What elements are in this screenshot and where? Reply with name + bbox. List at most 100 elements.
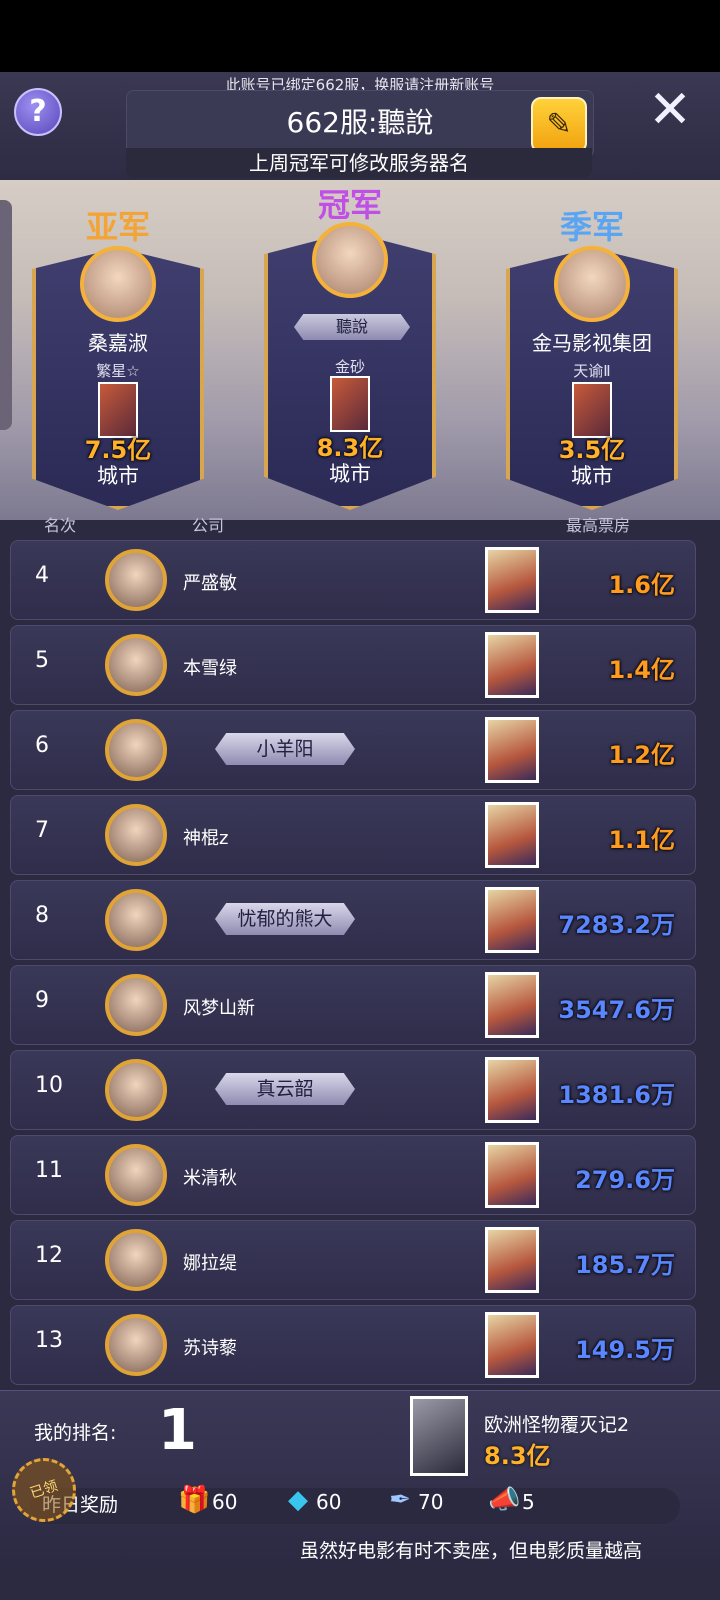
table-row[interactable]: 13 苏诗藜 149.5万 (10, 1305, 696, 1385)
row-company-name: 米清秋 (183, 1168, 237, 1189)
avatar[interactable] (105, 889, 167, 951)
row-rank: 4 (35, 563, 49, 588)
gift-icon: 🎁 (178, 1485, 211, 1515)
avatar[interactable] (105, 1229, 167, 1291)
movie-poster[interactable] (485, 632, 539, 698)
movie-poster[interactable] (485, 887, 539, 953)
third-city: 城市 (571, 464, 613, 488)
column-company: 公司 (192, 516, 225, 535)
row-box-office: 1.4亿 (608, 656, 675, 684)
row-company-name: 小羊阳 (215, 733, 355, 765)
row-box-office: 1381.6万 (558, 1081, 675, 1109)
reward-megaphone-value: 5 (522, 1490, 535, 1514)
second-name: 桑嘉淑 (88, 331, 148, 355)
movie-poster (330, 376, 370, 432)
diamond-icon: ◆ (288, 1485, 308, 1515)
avatar[interactable] (105, 1314, 167, 1376)
movie-poster[interactable] (485, 547, 539, 613)
row-box-office: 1.6亿 (608, 571, 675, 599)
avatar[interactable] (105, 1144, 167, 1206)
table-row[interactable]: 12 娜拉缇 185.7万 (10, 1220, 696, 1300)
third-movie: 天谕Ⅱ (573, 362, 611, 380)
row-company-name: 苏诗藜 (183, 1338, 237, 1359)
server-name: 662服:聽說 (286, 106, 434, 139)
movie-poster[interactable] (485, 717, 539, 783)
table-row[interactable]: 11 米清秋 279.6万 (10, 1135, 696, 1215)
row-box-office: 1.2亿 (608, 741, 675, 769)
movie-poster[interactable] (485, 972, 539, 1038)
row-box-office: 1.1亿 (608, 826, 675, 854)
second-city: 城市 (97, 464, 139, 488)
table-row[interactable]: 8 忧郁的熊大 7283.2万 (10, 880, 696, 960)
movie-poster[interactable] (485, 1312, 539, 1378)
row-rank: 6 (35, 733, 49, 758)
second-movie: 繁星☆ (96, 362, 140, 380)
server-hint: 上周冠军可修改服务器名 (126, 148, 592, 178)
news-ticker: 虽然好电影有时不卖座，但电影质量越高 (300, 1540, 643, 1562)
reward-bar (30, 1488, 680, 1524)
column-rank: 名次 (44, 516, 77, 535)
row-rank: 10 (35, 1073, 63, 1098)
row-rank: 13 (35, 1328, 63, 1353)
first-city: 城市 (329, 462, 371, 486)
reward-quill-value: 70 (418, 1490, 444, 1514)
third-name: 金马影视集团 (532, 331, 652, 355)
row-box-office: 279.6万 (575, 1166, 675, 1194)
avatar[interactable] (105, 634, 167, 696)
row-rank: 7 (35, 818, 49, 843)
movie-poster[interactable] (485, 1057, 539, 1123)
row-rank: 12 (35, 1243, 63, 1268)
avatar[interactable] (105, 549, 167, 611)
avatar (554, 246, 630, 322)
avatar[interactable] (105, 974, 167, 1036)
row-box-office: 3547.6万 (558, 996, 675, 1024)
close-icon[interactable]: ✕ (644, 84, 696, 136)
movie-poster[interactable] (485, 1227, 539, 1293)
avatar (80, 246, 156, 322)
first-movie: 金砂 (334, 358, 365, 376)
row-company-name: 忧郁的熊大 (215, 903, 355, 935)
edit-server-button[interactable]: ✎ (531, 97, 587, 153)
megaphone-icon: 📣 (488, 1485, 521, 1515)
table-row[interactable]: 5 本雪绿 1.4亿 (10, 625, 696, 705)
quill-icon: ✒ (389, 1485, 411, 1515)
my-rank-label: 我的排名: (34, 1422, 117, 1444)
ranking-list: 4 严盛敏 1.6亿 5 本雪绿 1.4亿 6 小羊阳 1.2亿 7 神棍z 1.1亿 8 忧郁的熊大 72… (10, 540, 696, 1390)
my-rank-value: 1 (158, 1398, 197, 1463)
row-rank: 5 (35, 648, 49, 673)
table-row[interactable]: 7 神棍z 1.1亿 (10, 795, 696, 875)
first-name-tag: 聽說 (294, 314, 410, 340)
row-company-name: 风梦山新 (183, 998, 255, 1019)
table-row[interactable]: 4 严盛敏 1.6亿 (10, 540, 696, 620)
side-tab[interactable] (0, 200, 12, 430)
avatar[interactable] (105, 1059, 167, 1121)
movie-poster[interactable] (485, 802, 539, 868)
row-rank: 11 (35, 1158, 63, 1183)
reward-gift-value: 60 (212, 1490, 238, 1514)
row-box-office: 185.7万 (575, 1251, 675, 1279)
movie-poster[interactable] (485, 1142, 539, 1208)
row-rank: 8 (35, 903, 49, 928)
row-box-office: 7283.2万 (558, 911, 675, 939)
table-row[interactable]: 10 真云韶 1381.6万 (10, 1050, 696, 1130)
row-company-name: 娜拉缇 (183, 1253, 237, 1274)
row-company-name: 本雪绿 (183, 658, 237, 679)
table-row[interactable]: 6 小羊阳 1.2亿 (10, 710, 696, 790)
my-box-office: 8.3亿 (484, 1442, 551, 1470)
avatar[interactable] (105, 719, 167, 781)
help-button[interactable]: ? (14, 88, 62, 136)
reward-diamond-value: 60 (316, 1490, 342, 1514)
column-box-office: 最高票房 (566, 516, 631, 535)
avatar (312, 222, 388, 298)
status-bar (0, 0, 720, 72)
avatar[interactable] (105, 804, 167, 866)
my-movie-poster (410, 1396, 468, 1476)
row-company-name: 真云韶 (215, 1073, 355, 1105)
first-title: 冠军 (317, 186, 382, 224)
second-title: 亚军 (85, 208, 150, 246)
row-company-name: 神棍z (183, 828, 229, 849)
table-row[interactable]: 9 风梦山新 3547.6万 (10, 965, 696, 1045)
my-movie-title: 欧洲怪物覆灭记2 (484, 1414, 630, 1436)
row-rank: 9 (35, 988, 49, 1013)
row-company-name: 严盛敏 (183, 573, 237, 594)
